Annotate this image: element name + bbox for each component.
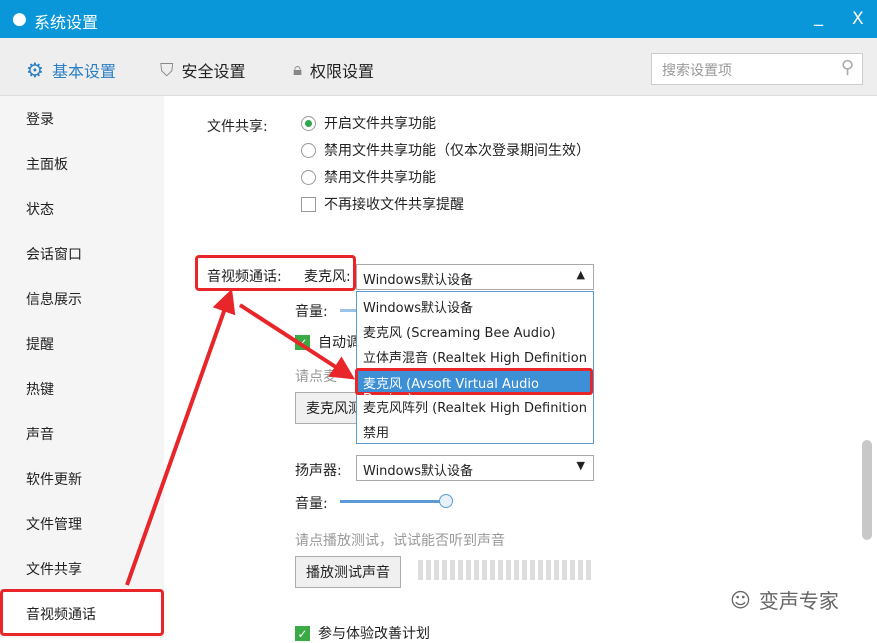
annotation-arrows <box>125 288 356 586</box>
arrow-to-av-label <box>125 288 236 586</box>
arrow-to-option <box>238 303 356 380</box>
